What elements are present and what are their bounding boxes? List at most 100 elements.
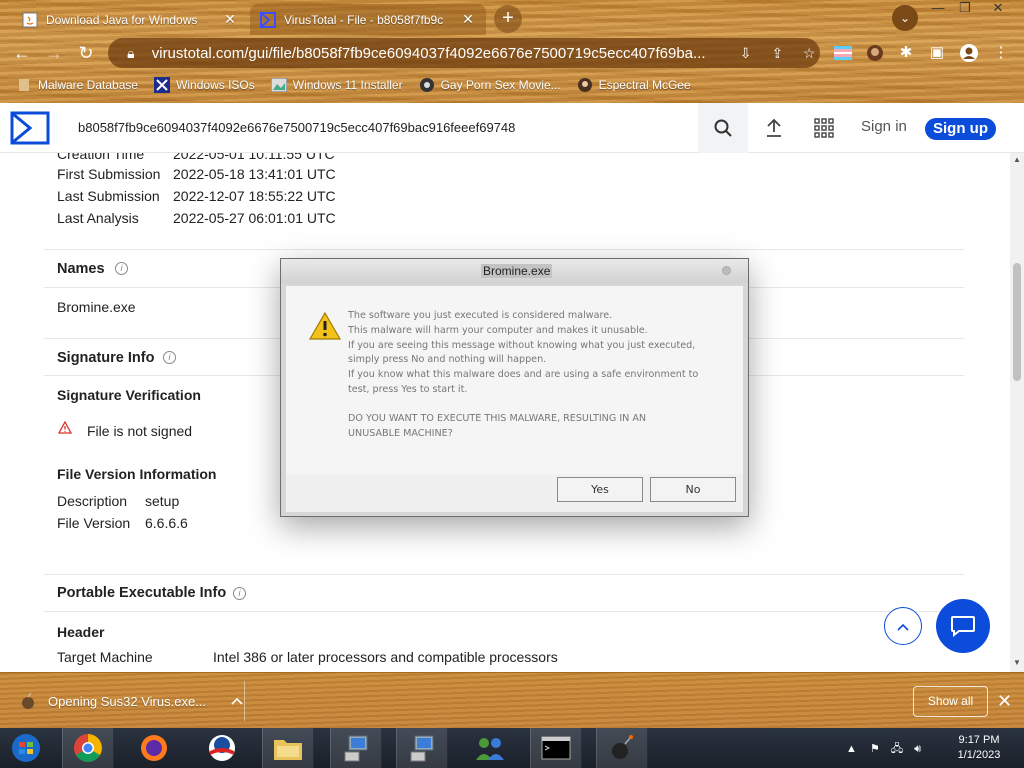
taskbar-computer-app-2[interactable] [396,728,448,768]
new-tab-button[interactable]: + [494,5,522,33]
firefox-icon [141,735,167,761]
logo-icon [209,735,235,761]
search-button[interactable] [698,103,748,153]
info-icon[interactable]: i [233,587,246,600]
yes-button[interactable]: Yes [557,477,643,502]
website-icon [419,77,435,93]
scroll-up-icon[interactable]: ▲ [1010,155,1024,164]
taskbar-file-explorer[interactable] [262,728,314,768]
restore-icon[interactable]: ❐ [955,0,975,18]
lock-icon: 🔒︎ [127,44,135,61]
tab-download-java[interactable]: Download Java for Windows ✕ [12,4,248,35]
file-version-value: setup [145,493,180,509]
chat-button[interactable] [936,599,990,653]
bookmark-espectral-mcgee[interactable]: Espectral McGee [577,77,691,93]
tab-virustotal[interactable]: VirusTotal - File - b8058f7fb9c ✕ [250,4,486,35]
bookmark-movie-site[interactable]: Gay Porn Sex Movie... [419,77,561,93]
file-icon [22,692,34,709]
taskbar: ▲ ⚑ 🖧︎ 🔊︎ 9:17 PM 1/1/2023 [0,728,1024,768]
taskbar-computer-app[interactable] [330,728,382,768]
install-icon[interactable]: ⇩ [735,45,757,62]
dialog-titlebar[interactable]: Bromine.exe [281,259,748,283]
info-icon[interactable]: i [163,351,176,364]
reload-icon[interactable]: ↻ [74,41,98,65]
tab-search-icon[interactable]: ⌄ [892,5,918,31]
forward-icon[interactable]: → [42,41,66,65]
close-tab-icon[interactable]: ✕ [460,11,476,28]
sign-up-button[interactable]: Sign up [925,118,996,140]
menu-icon[interactable]: ⋮ [990,42,1012,64]
no-button[interactable]: No [650,477,736,502]
search-input[interactable]: b8058f7fb9ce6094037f4092e6676e7500719c5e… [78,120,515,135]
dialog-question-line: UNUSABLE MACHINE? [348,427,453,439]
taskbar-obama-app[interactable] [196,728,248,768]
extensions-icon[interactable]: ✱ [895,42,917,64]
chevron-up-icon[interactable] [230,696,244,706]
close-icon[interactable]: ✕ [997,691,1012,711]
flag-icon[interactable]: ⚑ [870,743,880,755]
back-icon[interactable]: ← [10,41,34,65]
sign-in-link[interactable]: Sign in [861,118,907,135]
apps-grid-icon[interactable] [812,116,836,140]
taskbar-command-prompt[interactable] [530,728,582,768]
file-version-label: File Version [57,515,131,531]
divider [244,681,245,721]
dialog-body: The software you just executed is consid… [286,286,743,512]
virustotal-icon [260,11,276,28]
close-tab-icon[interactable]: ✕ [222,11,238,28]
flag-extension-icon[interactable] [832,42,854,64]
taskbar-chrome[interactable] [62,728,114,768]
share-icon[interactable]: ⇪ [767,45,789,62]
java-icon [22,12,38,28]
scrollbar-thumb[interactable] [1013,263,1021,381]
dialog-message-line: If you are seeing this message without k… [348,339,696,351]
clock[interactable]: 9:17 PM 1/1/2023 [946,733,1012,763]
dialog-close-icon[interactable] [722,266,731,275]
history-label: First Submission [57,166,161,182]
profile-extension-icon[interactable] [864,42,886,64]
address-bar[interactable]: 🔒︎ virustotal.com/gui/file/b8058f7fb9ce6… [108,38,820,68]
bookmark-label: Windows ISOs [176,78,255,92]
bookmark-windows-11-installer[interactable]: Windows 11 Installer [270,77,403,93]
tab-title: Download Java for Windows [46,12,198,27]
virustotal-header: b8058f7fb9ce6094037f4092e6676e7500719c5e… [0,103,1024,153]
url-text[interactable]: virustotal.com/gui/file/b8058f7fb9ce6094… [152,45,725,62]
bookmark-malware-database[interactable]: Malware Database [16,77,138,93]
virustotal-logo[interactable] [10,111,50,145]
history-value: 2022-12-07 18:55:22 UTC [173,188,336,204]
dialog-message-line: simply press No and nothing will happen. [348,354,547,366]
scroll-to-top-button[interactable] [884,607,922,645]
history-label-partial: Creation Time [57,153,145,162]
minimize-icon[interactable]: — [928,0,948,18]
dialog-message-line: test, press Yes to start it. [348,383,468,395]
clock-time: 9:17 PM [958,734,1000,746]
start-button[interactable] [0,728,52,768]
network-icon[interactable]: 🖧︎ [891,743,903,755]
account-icon[interactable] [958,42,980,64]
chat-icon [951,616,975,637]
bookmark-windows-isos[interactable]: Windows ISOs [154,77,255,93]
history-label: Last Submission [57,188,160,204]
terminal-icon [541,736,571,760]
download-item[interactable]: Opening Sus32 Virus.exe... [18,691,244,711]
info-icon[interactable]: i [115,262,128,275]
tab-title: VirusTotal - File - b8058f7fb9c [284,12,444,27]
signature-section-title: Signature Info [57,350,155,366]
file-name: Bromine.exe [57,299,136,315]
bookmark-icon [16,77,32,93]
volume-icon[interactable]: 🔊︎ [914,743,921,755]
taskbar-firefox[interactable] [128,728,180,768]
show-hidden-icons-icon[interactable]: ▲ [846,743,857,755]
dialog-message-line: This malware will harm your computer and… [348,324,648,336]
scroll-down-icon[interactable]: ▼ [1010,658,1024,667]
side-panel-icon[interactable]: ▣ [926,42,948,64]
close-window-icon[interactable]: ✕ [988,0,1008,18]
upload-icon[interactable] [762,116,786,140]
star-icon[interactable]: ☆ [798,45,820,62]
taskbar-network-app[interactable] [464,728,516,768]
warning-icon [58,421,72,434]
taskbar-bromine[interactable] [596,728,648,768]
page-scrollbar[interactable]: ▲ ▼ [1010,153,1024,672]
show-all-button[interactable]: Show all [913,686,988,717]
dialog-message-area: The software you just executed is consid… [286,286,743,474]
